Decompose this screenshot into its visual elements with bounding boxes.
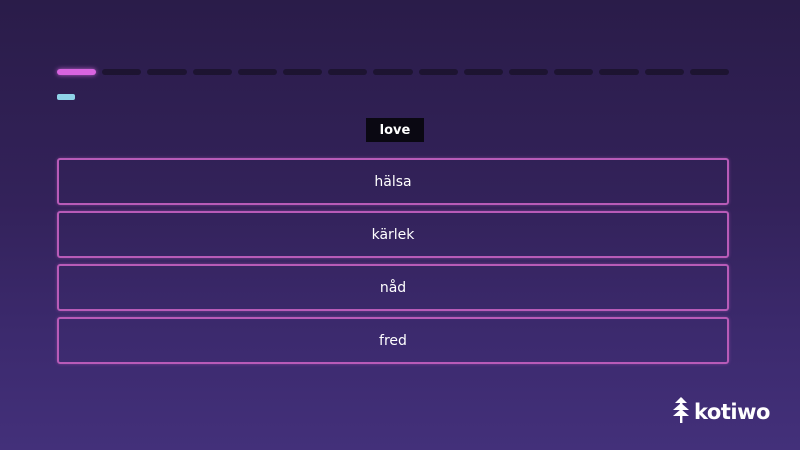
answer-options: hälsa kärlek nåd fred <box>57 158 729 370</box>
brand-logo: kotiwo <box>672 396 770 428</box>
progress-segment <box>283 69 323 75</box>
progress-segment <box>463 69 504 75</box>
option-button[interactable]: fred <box>57 317 729 364</box>
progress-segment <box>599 69 639 75</box>
progress-segment <box>328 69 368 75</box>
tree-icon <box>672 396 690 428</box>
progress-segment <box>554 69 594 75</box>
progress-segment <box>509 69 549 75</box>
progress-segment <box>102 69 142 75</box>
progress-segment <box>644 69 684 75</box>
question-word: love <box>366 118 424 142</box>
progress-segment <box>192 69 232 75</box>
option-button[interactable]: kärlek <box>57 211 729 258</box>
option-button[interactable]: nåd <box>57 264 729 311</box>
progress-segment <box>418 69 458 75</box>
brand-name: kotiwo <box>694 400 770 424</box>
progress-segment <box>689 69 730 75</box>
progress-segment <box>237 69 278 75</box>
progress-segment <box>147 69 187 75</box>
option-button[interactable]: hälsa <box>57 158 729 205</box>
progress-segment <box>373 69 413 75</box>
progress-segment-done <box>57 69 97 75</box>
life-indicator <box>57 94 75 100</box>
progress-bar <box>57 69 730 75</box>
